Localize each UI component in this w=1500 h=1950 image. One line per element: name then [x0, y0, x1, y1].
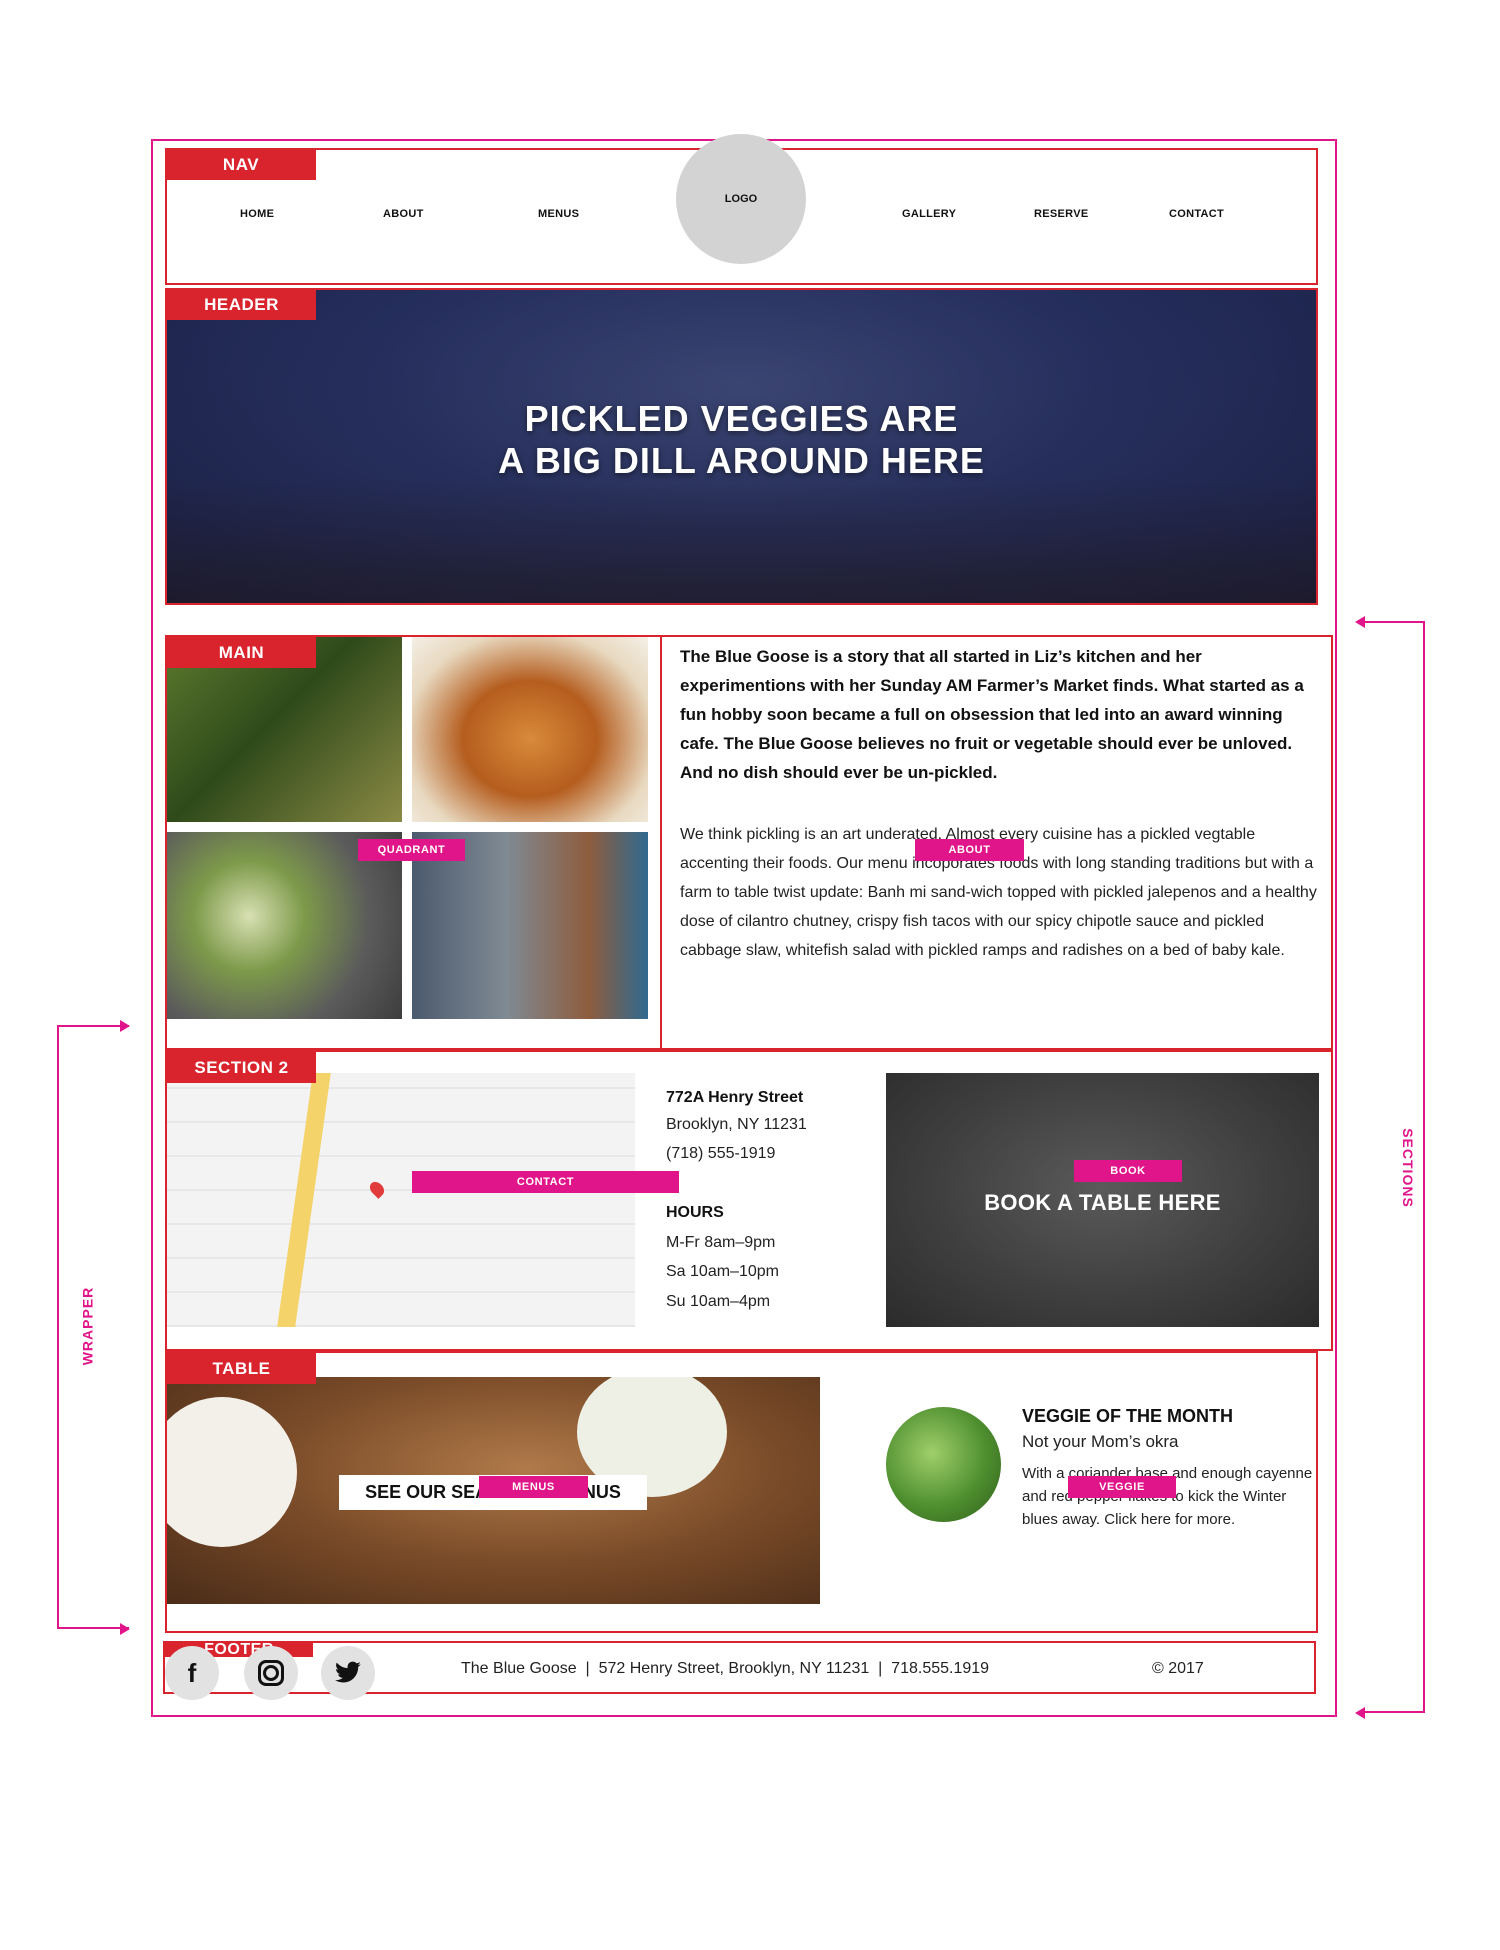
- nav-reserve[interactable]: RESERVE: [1034, 208, 1088, 220]
- hours-sunday: Su 10am–4pm: [666, 1293, 771, 1310]
- header-hero-image: PICKLED VEGGIES ARE A BIG DILL AROUND HE…: [165, 288, 1318, 605]
- hours-saturday: Sa 10am–10pm: [666, 1263, 779, 1280]
- nav-tag: NAV: [166, 149, 316, 180]
- twitter-glyph: [335, 1661, 361, 1683]
- book-tag: BOOK: [1074, 1160, 1182, 1182]
- wrapper-label: WRAPPER: [79, 1286, 96, 1366]
- address-street: 772A Henry Street: [666, 1089, 804, 1106]
- wrapper-arrow-top: [120, 1020, 130, 1032]
- hero-title-line2: A BIG DILL AROUND HERE: [498, 440, 985, 481]
- hero-title: PICKLED VEGGIES ARE A BIG DILL AROUND HE…: [167, 398, 1316, 482]
- sections-arrow-bottom: [1355, 1707, 1365, 1719]
- hours-weekday: M-Fr 8am–9pm: [666, 1234, 776, 1251]
- plate-left: [167, 1397, 297, 1547]
- menus-tag: MENUS: [479, 1476, 588, 1498]
- hours-title: HOURS: [666, 1204, 724, 1221]
- nav-about[interactable]: ABOUT: [383, 208, 424, 220]
- map-pin-icon: [367, 1179, 387, 1199]
- map-image[interactable]: [167, 1073, 635, 1327]
- veggie-subtitle: Not your Mom’s okra: [1022, 1432, 1179, 1451]
- contact-tag: CONTACT: [412, 1171, 679, 1193]
- instagram-glyph: [258, 1660, 284, 1686]
- instagram-icon[interactable]: [244, 1646, 298, 1700]
- hero-title-line1: PICKLED VEGGIES ARE: [524, 398, 959, 439]
- quadrant-tag: QUADRANT: [358, 839, 465, 861]
- about-tag: ABOUT: [915, 839, 1024, 861]
- nav-contact[interactable]: CONTACT: [1169, 208, 1224, 220]
- footer-info: The Blue Goose | 572 Henry Street, Brook…: [461, 1660, 990, 1677]
- main-divider: [660, 635, 662, 1050]
- header-tag: HEADER: [167, 289, 316, 320]
- sections-arrow-top: [1355, 616, 1365, 628]
- okra-image[interactable]: [886, 1407, 1001, 1522]
- address-city: Brooklyn, NY 11231: [666, 1116, 807, 1133]
- table-tag: TABLE: [167, 1353, 316, 1384]
- nav-gallery[interactable]: GALLERY: [902, 208, 956, 220]
- section2-tag: SECTION 2: [167, 1052, 316, 1083]
- nav-menus[interactable]: MENUS: [538, 208, 579, 220]
- facebook-icon[interactable]: f: [165, 1646, 219, 1700]
- address-phone[interactable]: (718) 555-1919: [666, 1145, 775, 1163]
- book-table-label: BOOK A TABLE HERE: [984, 1190, 1221, 1215]
- logo[interactable]: LOGO: [676, 134, 806, 264]
- about-lead-text: The Blue Goose is a story that all start…: [680, 647, 1304, 782]
- twitter-icon[interactable]: [321, 1646, 375, 1700]
- sections-label: SECTIONS: [1399, 1128, 1416, 1208]
- main-tag: MAIN: [167, 637, 316, 668]
- veggie-title: VEGGIE OF THE MONTH: [1022, 1406, 1234, 1426]
- wrapper-arrow-bottom: [120, 1623, 130, 1635]
- footer-copyright: © 2017: [1152, 1660, 1204, 1677]
- nav-home[interactable]: HOME: [240, 208, 274, 220]
- photo-pickle-jar: [412, 637, 648, 822]
- map-road: [277, 1073, 331, 1327]
- book-table-banner[interactable]: BOOK A TABLE HERE: [886, 1073, 1319, 1327]
- veggie-tag: VEGGIE: [1068, 1476, 1176, 1498]
